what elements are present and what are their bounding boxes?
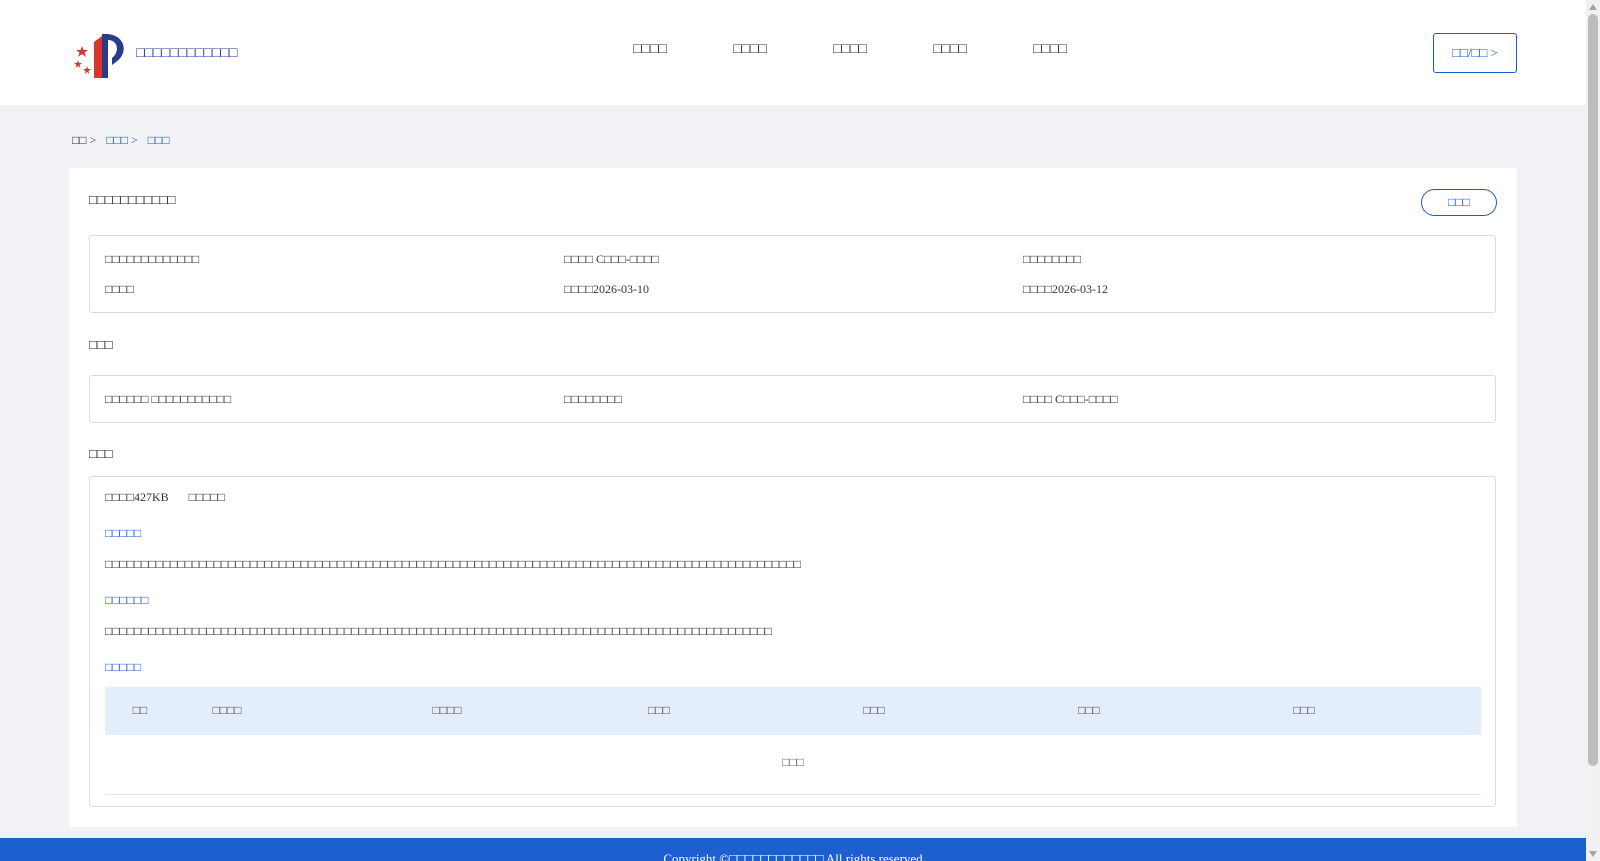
detail-panel: □□□□□□□□□□□ □□□ □□□□□□□□□□□□□ □□□□ C□□□-… — [69, 168, 1517, 827]
nav-item-4[interactable]: □□□□ — [900, 42, 1000, 58]
table-column-header: □□□□ — [432, 703, 462, 717]
login-register-button[interactable]: □□/□□ > — [1433, 33, 1517, 73]
basic-info-box: □□□□□□□□□□□□□ □□□□ C□□□-□□□□ □□□□□□□□ □□… — [89, 235, 1496, 313]
sub-section-title: □□□□□ — [105, 526, 142, 540]
main-nav: □□□□ □□□□ □□□□ □□□□ □□□□ — [600, 42, 1100, 58]
table-column-header: □□□□ — [212, 703, 242, 717]
description-text: □□□□□□□□□□□□□□□□□□□□□□□□□□□□□□□□□□□□□□□□… — [105, 557, 801, 571]
section-title: □□□ — [89, 337, 113, 352]
section-title: □□□ — [89, 446, 113, 461]
info-field: □□□□□□ □□□□□□□□□□□ — [105, 392, 232, 406]
effective-date: □□□□2026-03-12 — [1023, 282, 1108, 296]
site-name[interactable]: □□□□□□□□□□□□ — [136, 46, 237, 62]
nav-item-1[interactable]: □□□□ — [600, 42, 700, 58]
copyright-text: Copyright ©□□□□□□□□□□□□ All rights reser… — [663, 851, 923, 861]
table-column-header: □□□ — [863, 703, 885, 717]
description-text: □□□□□□□□□□□□□□□□□□□□□□□□□□□□□□□□□□□□□□□□… — [105, 624, 772, 638]
table-column-header: □□□ — [1293, 703, 1315, 717]
sub-section-title: □□□□□□ — [105, 593, 149, 607]
table-column-header: □□ — [132, 703, 148, 717]
secondary-info-box: □□□□□□ □□□□□□□□□□□ □□□□□□□□ □□□□ C□□□-□□… — [89, 375, 1496, 423]
sub-section-title: □□□□□ — [105, 660, 142, 674]
nav-item-2[interactable]: □□□□ — [700, 42, 800, 58]
panel-action-button[interactable]: □□□ — [1421, 189, 1497, 216]
breadcrumb-category[interactable]: □□□ > — [106, 133, 138, 148]
publish-date: □□□□2026-03-10 — [564, 282, 649, 296]
scroll-thumb[interactable] — [1588, 14, 1598, 766]
table-header: □□ □□□□ □□□□ □□□ □□□ □□□ □□□ — [105, 687, 1481, 735]
site-header: □□□□□□□□□□□□ □□□□ □□□□ □□□□ □□□□ □□□□ □□… — [0, 0, 1586, 105]
table-empty-text: □□□ — [782, 755, 804, 769]
table-column-header: □□□ — [1078, 703, 1100, 717]
breadcrumb-current: □□□ — [147, 133, 170, 147]
info-field: □□□□□□□□ — [1023, 252, 1081, 266]
file-meta: □□□□427KB □□□□□ — [105, 490, 245, 505]
info-field: □□□□□□□□□□□□□ — [105, 252, 200, 266]
scroll-down-icon[interactable] — [1589, 851, 1597, 857]
scroll-up-icon[interactable] — [1589, 4, 1597, 10]
nav-item-5[interactable]: □□□□ — [1000, 42, 1100, 58]
site-footer: Copyright ©□□□□□□□□□□□□ All rights reser… — [0, 838, 1586, 861]
info-field: □□□□ — [105, 282, 134, 296]
file-size: □□□□427KB — [105, 490, 169, 504]
page-scrollbar[interactable] — [1586, 0, 1600, 861]
breadcrumb-home[interactable]: □□ > — [72, 133, 96, 148]
table-divider — [105, 794, 1481, 795]
info-field: □□□□ C□□□-□□□□ — [564, 252, 659, 266]
detail-box: □□□□427KB □□□□□ □□□□□ □□□□□□□□□□□□□□□□□□… — [89, 476, 1496, 807]
breadcrumb: □□ > □□□ > □□□ — [72, 133, 180, 148]
panel-title: □□□□□□□□□□□ — [89, 192, 176, 207]
file-type: □□□□□ — [188, 490, 225, 504]
nav-item-3[interactable]: □□□□ — [800, 42, 900, 58]
info-field: □□□□ C□□□-□□□□ — [1023, 392, 1118, 406]
site-logo[interactable] — [72, 28, 132, 80]
info-field: □□□□□□□□ — [564, 392, 622, 406]
table-column-header: □□□ — [648, 703, 670, 717]
